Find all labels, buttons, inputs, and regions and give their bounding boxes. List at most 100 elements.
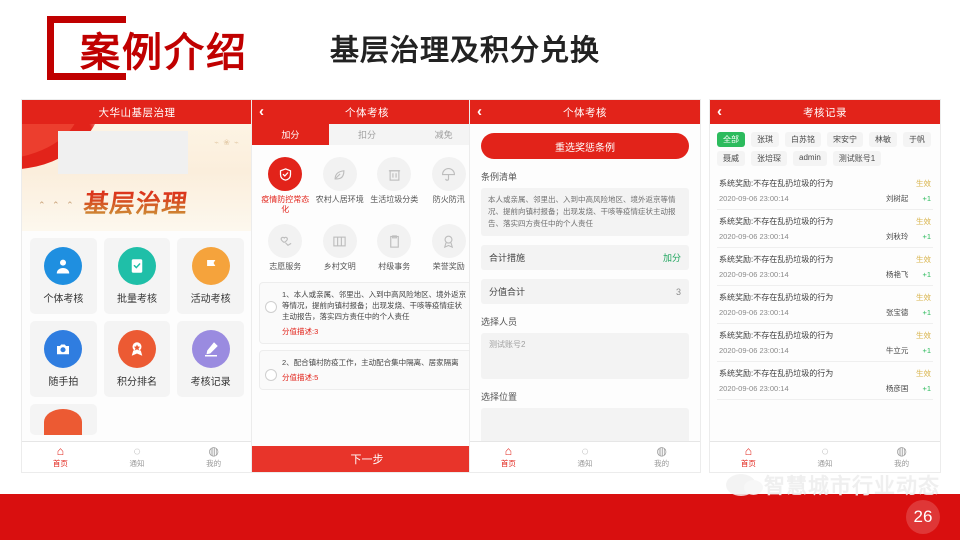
tab-label: 我的 (894, 459, 910, 468)
chevron-left-icon[interactable]: ‹ (477, 103, 483, 121)
menu-item-points-ranking[interactable]: 积分排名 (103, 321, 171, 397)
record-row[interactable]: 系统奖励:不存在乱扔垃圾的行为 生效 2020-09-06 23:00:14 杨… (717, 248, 933, 286)
category-waste-sorting[interactable]: 生活垃圾分类 (367, 157, 422, 215)
record-status: 生效 (916, 369, 931, 378)
watermark-text: 智慧城市行业动态 (764, 475, 940, 498)
reselect-rule-button[interactable]: 重选奖惩条例 (481, 133, 689, 159)
category-rural-civilization[interactable]: 乡村文明 (313, 224, 368, 272)
filter-chip[interactable]: 全部 (717, 132, 745, 147)
rule-item[interactable]: 1、本人或亲属、邻里出、入到中高风险地区、境外返京等情况，提前向镇村报备；出现发… (259, 282, 475, 344)
menu-item-individual-review[interactable]: 个体考核 (30, 238, 97, 314)
bottom-tabbar: ⌂ 首页 ◌ 通知 ◍ 我的 (470, 441, 700, 472)
record-row[interactable]: 系统奖励:不存在乱扔垃圾的行为 生效 2020-09-06 23:00:14 杨… (717, 362, 933, 400)
next-step-button[interactable]: 下一步 (252, 446, 482, 472)
menu-item-review-records[interactable]: 考核记录 (177, 321, 244, 397)
menu-item-snapshot[interactable]: 随手拍 (30, 321, 97, 397)
rule-text: 1、本人或亲属、邻里出、入到中高风险地区、境外返京等情况，提前向镇村报备；出现发… (282, 290, 467, 321)
menu-item-label: 个体考核 (43, 294, 84, 305)
filter-chip[interactable]: 测试账号1 (832, 151, 882, 166)
record-title: 系统奖励:不存在乱扔垃圾的行为 (719, 331, 834, 340)
bell-icon: ◌ (133, 444, 141, 458)
record-points: +1 (922, 384, 931, 393)
score-type-tabs: 加分 扣分 减免 (252, 124, 482, 145)
measure-label: 合计措施 (489, 253, 526, 263)
category-epidemic-control[interactable]: 疫情防控常态化 (258, 157, 313, 215)
filter-chip[interactable]: 张培琛 (751, 151, 787, 166)
menu-item-batch-review[interactable]: 批量考核 (103, 238, 171, 314)
record-row[interactable]: 系统奖励:不存在乱扔垃圾的行为 生效 2020-09-06 23:00:14 牛… (717, 324, 933, 362)
home-icon: ⌂ (56, 444, 64, 458)
radio-button[interactable] (265, 369, 277, 381)
camera-icon (44, 330, 83, 368)
tab-mine[interactable]: ◍ 我的 (863, 442, 940, 472)
tab-notifications[interactable]: ◌ 通知 (547, 442, 624, 472)
category-fire-flood-control[interactable]: 防火防汛 (422, 157, 477, 215)
user-icon: ◍ (896, 444, 907, 458)
tab-label: 首页 (740, 459, 756, 468)
tab-notifications[interactable]: ◌ 通知 (99, 442, 176, 472)
tab-label: 我的 (206, 459, 222, 468)
record-status: 生效 (916, 255, 931, 264)
category-label: 志愿服务 (269, 262, 302, 271)
document-icon (377, 224, 412, 258)
tab-home[interactable]: ⌂ 首页 (22, 442, 99, 472)
app-title-bar: 大华山基层治理 (22, 100, 252, 124)
filter-chip[interactable]: 白苏铭 (785, 132, 821, 147)
category-label: 荣誉奖励 (432, 262, 465, 271)
tab-home[interactable]: ⌂ 首页 (710, 442, 787, 472)
tab-mine[interactable]: ◍ 我的 (175, 442, 252, 472)
filter-chip[interactable]: 林敏 (869, 132, 897, 147)
tab-deduct-points[interactable]: 扣分 (329, 124, 406, 145)
record-datetime: 2020-09-06 23:00:14 (719, 384, 789, 393)
footer-bar (0, 494, 960, 540)
menu-item-activity-review[interactable]: 活动考核 (177, 238, 244, 314)
menu-item-label: 活动考核 (190, 294, 231, 305)
menu-item-partial[interactable] (30, 404, 97, 435)
menu-item-label: 批量考核 (116, 294, 157, 305)
category-label: 防火防汛 (432, 195, 465, 204)
category-volunteer-service[interactable]: 志愿服务 (258, 224, 313, 272)
filter-chip[interactable]: 宋安宁 (827, 132, 863, 147)
watermark: 智慧城市行业动态 (726, 470, 940, 500)
wechat-icon (726, 474, 763, 496)
umbrella-icon (431, 157, 466, 191)
category-rural-environment[interactable]: 农村人居环境 (313, 157, 368, 215)
record-status: 生效 (916, 331, 931, 340)
trash-icon (377, 157, 412, 191)
rule-item[interactable]: 2、配合镇村防疫工作，主动配合集中隔离、居家隔离 分值描述:5 (259, 350, 475, 390)
filter-chip[interactable]: admin (793, 151, 827, 166)
person-icon (44, 247, 83, 285)
category-honor-award[interactable]: 荣誉奖励 (422, 224, 477, 272)
filter-chip[interactable]: 张琪 (751, 132, 779, 147)
chevron-left-icon[interactable]: ‹ (259, 103, 265, 121)
filter-chip[interactable]: 于帆 (903, 132, 931, 147)
filter-chip[interactable]: 聂威 (717, 151, 745, 166)
record-points: +1 (922, 308, 931, 317)
record-title: 系统奖励:不存在乱扔垃圾的行为 (719, 293, 834, 302)
category-label: 乡村文明 (323, 262, 356, 271)
tab-add-points[interactable]: 加分 (252, 124, 329, 145)
app-title: 大华山基层治理 (98, 106, 176, 119)
tab-notifications[interactable]: ◌ 通知 (787, 442, 864, 472)
record-status: 生效 (916, 179, 931, 188)
record-row[interactable]: 系统奖励:不存在乱扔垃圾的行为 生效 2020-09-06 23:00:14 刘… (717, 172, 933, 210)
record-title: 系统奖励:不存在乱扔垃圾的行为 (719, 217, 834, 226)
shield-check-icon (268, 157, 303, 191)
record-row[interactable]: 系统奖励:不存在乱扔垃圾的行为 生效 2020-09-06 23:00:14 张… (717, 286, 933, 324)
record-row[interactable]: 系统奖励:不存在乱扔垃圾的行为 生效 2020-09-06 23:00:14 刘… (717, 210, 933, 248)
score-total-row: 分值合计 3 (481, 279, 689, 304)
menu-item-label: 随手拍 (48, 377, 79, 388)
phone-screen-individual-review: ‹ 个体考核 加分 扣分 减免 疫情防控常态化 农村人居环境 生活垃圾分类 防火… (252, 100, 482, 472)
record-name: 杨艳飞 (885, 270, 909, 279)
radio-button[interactable] (265, 301, 277, 313)
category-village-affairs[interactable]: 村级事务 (367, 224, 422, 272)
chevron-left-icon[interactable]: ‹ (717, 103, 723, 121)
select-person-input[interactable]: 测试账号2 (481, 333, 689, 379)
flag-icon (191, 247, 230, 285)
medal-star-icon (117, 330, 156, 368)
record-datetime: 2020-09-06 23:00:14 (719, 346, 789, 355)
record-datetime: 2020-09-06 23:00:14 (719, 308, 789, 317)
tab-home[interactable]: ⌂ 首页 (470, 442, 547, 472)
tab-mine[interactable]: ◍ 我的 (623, 442, 700, 472)
redacted-box (58, 131, 188, 174)
